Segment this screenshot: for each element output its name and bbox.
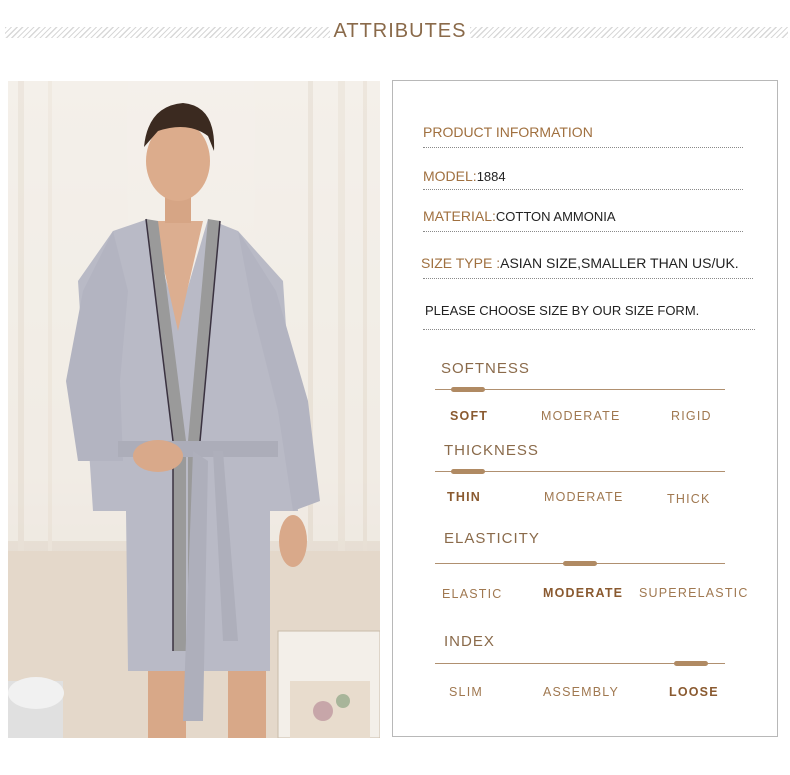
elasticity-option-superelastic: SUPERELASTIC [639,586,749,600]
index-option-slim: SLIM [449,685,483,699]
size-type-row: SIZE TYPE :ASIAN SIZE,SMALLER THAN US/UK… [421,255,739,271]
elasticity-title: ELASTICITY [444,530,540,547]
softness-title: SOFTNESS [441,360,530,377]
thickness-option-thick: THICK [667,492,711,506]
material-label: MATERIAL: [423,208,496,224]
elasticity-option-elastic: ELASTIC [442,587,503,601]
softness-option-soft: SOFT [450,409,489,423]
header-hatch-right [470,27,788,38]
divider [423,189,743,190]
elasticity-option-moderate: MODERATE [543,586,624,600]
product-photo [8,81,380,738]
softness-indicator [451,387,485,392]
model-label: MODEL: [423,168,477,184]
divider [423,231,743,232]
softness-option-rigid: RIGID [671,409,712,423]
attributes-panel: PRODUCT INFORMATION MODEL:1884 MATERIAL:… [392,80,778,737]
section-title: ATTRIBUTES [333,20,467,42]
divider [423,278,753,279]
elasticity-indicator [563,561,597,566]
header-hatch-left [5,27,330,38]
product-info-heading: PRODUCT INFORMATION [423,124,593,140]
material-row: MATERIAL:COTTON AMMONIA [423,208,616,224]
thickness-indicator [451,469,485,474]
thickness-title: THICKNESS [444,442,539,459]
softness-option-moderate: MODERATE [541,409,621,423]
index-title: INDEX [444,633,495,650]
divider [423,329,755,330]
size-type-label: SIZE TYPE : [421,255,501,271]
thickness-option-thin: THIN [447,490,481,504]
index-option-loose: LOOSE [669,685,719,699]
model-value: 1884 [476,169,506,184]
divider [423,147,743,148]
size-note: PLEASE CHOOSE SIZE BY OUR SIZE FORM. [425,303,700,318]
index-indicator [674,661,708,666]
size-type-value: ASIAN SIZE,SMALLER THAN US/UK. [500,255,739,271]
model-row: MODEL:1884 [423,168,506,184]
material-value: COTTON AMMONIA [495,209,616,224]
index-option-assembly: ASSEMBLY [543,685,620,699]
model-wearing-robe-image [8,81,380,738]
thickness-option-moderate: MODERATE [544,490,624,504]
